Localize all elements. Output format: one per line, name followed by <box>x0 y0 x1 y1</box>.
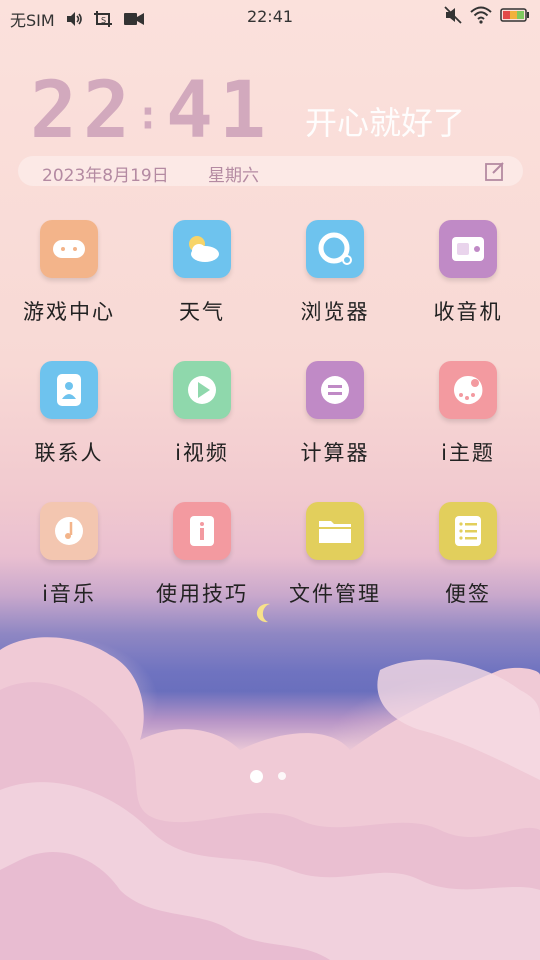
contacts-icon <box>40 361 98 419</box>
notes-icon <box>439 502 497 560</box>
date-text: 2023年8月19日 <box>42 166 169 186</box>
weekday-text: 星期六 <box>208 166 259 186</box>
app-label: 计算器 <box>300 441 370 465</box>
page-dot[interactable] <box>278 772 286 780</box>
app-label: 天气 <box>179 300 225 324</box>
tips-icon <box>173 502 231 560</box>
app-label: 使用技巧 <box>156 582 248 606</box>
app-calculator[interactable]: 计算器 <box>268 361 402 481</box>
app-tips[interactable]: 使用技巧 <box>135 502 269 622</box>
status-bar: 无SIM S 22:41 <box>0 0 540 34</box>
radio-icon <box>439 220 497 278</box>
edit-icon[interactable] <box>485 161 505 181</box>
wallpaper-clouds <box>0 637 540 960</box>
big-clock: 22:41 <box>30 66 272 156</box>
gamepad-icon <box>40 220 98 278</box>
silent-icon <box>444 6 462 24</box>
weather-icon <box>173 220 231 278</box>
calculator-icon <box>306 361 364 419</box>
theme-icon <box>439 361 497 419</box>
app-video[interactable]: i视频 <box>135 361 269 481</box>
app-label: 收音机 <box>433 300 503 324</box>
app-label: i音乐 <box>42 582 96 606</box>
folder-icon <box>306 502 364 560</box>
app-label: i主题 <box>441 441 495 465</box>
clock-minutes: 41 <box>166 66 272 156</box>
app-weather[interactable]: 天气 <box>135 220 269 340</box>
app-label: 文件管理 <box>289 582 381 606</box>
app-browser[interactable]: 浏览器 <box>268 220 402 340</box>
app-notes[interactable]: 便签 <box>401 502 535 622</box>
slogan-text: 开心就好了 <box>305 104 466 142</box>
app-music[interactable]: i音乐 <box>2 502 136 622</box>
clock-hours: 22 <box>30 66 136 156</box>
app-label: 便签 <box>445 582 491 606</box>
app-file-manager[interactable]: 文件管理 <box>268 502 402 622</box>
app-label: i视频 <box>175 441 229 465</box>
app-radio[interactable]: 收音机 <box>401 220 535 340</box>
app-label: 游戏中心 <box>23 300 115 324</box>
app-label: 联系人 <box>34 441 104 465</box>
browser-icon <box>306 220 364 278</box>
date-bar[interactable]: 2023年8月19日 星期六 <box>18 156 523 186</box>
video-play-icon <box>173 361 231 419</box>
battery-icon <box>500 8 529 22</box>
app-game-center[interactable]: 游戏中心 <box>2 220 136 340</box>
app-theme[interactable]: i主题 <box>401 361 535 481</box>
app-contacts[interactable]: 联系人 <box>2 361 136 481</box>
app-label: 浏览器 <box>300 300 370 324</box>
page-dot-active[interactable] <box>250 770 263 783</box>
clock-colon: : <box>135 92 167 139</box>
wifi-icon <box>470 6 492 24</box>
music-icon <box>40 502 98 560</box>
